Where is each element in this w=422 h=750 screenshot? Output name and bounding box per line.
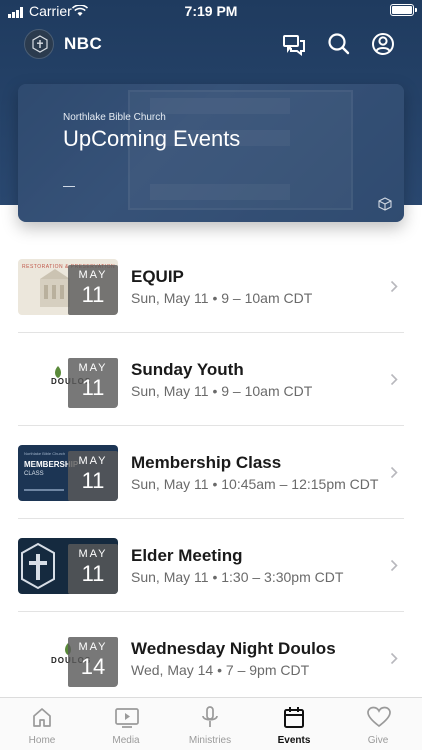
tab-home[interactable]: Home: [0, 698, 84, 750]
event-title: Sunday Youth: [131, 360, 244, 379]
date-badge: MAY 11: [68, 451, 118, 501]
tab-label: Give: [367, 735, 389, 746]
tab-media[interactable]: Media: [84, 698, 168, 750]
tab-label: Events: [277, 735, 311, 746]
event-title: Membership Class: [131, 453, 282, 472]
banner-overlay: [18, 84, 404, 222]
date-day: 14: [80, 654, 106, 679]
event-title: Elder Meeting: [131, 546, 243, 565]
event-row-membership-class[interactable]: Northlake Bible Church MEMBERSHIP CLASS …: [0, 426, 422, 519]
chevron-right-icon: [390, 280, 398, 298]
thumbnail-small-text: Northlake Bible Church: [24, 451, 65, 456]
event-row-elder-meeting[interactable]: MAY 11 Elder Meeting Sun, May 11 • 1:30 …: [0, 519, 422, 612]
event-row-equip[interactable]: RESTORATION & PRESERVATION MAY 11 EQUIP …: [0, 240, 422, 333]
app-brand: NBC: [64, 34, 103, 53]
event-time: Sun, May 11 • 1:30 – 3:30pm CDT: [131, 569, 344, 585]
microphone-icon: [202, 706, 218, 727]
messages-icon[interactable]: [280, 30, 308, 58]
date-month: MAY: [78, 641, 108, 653]
calendar-icon: [284, 707, 304, 728]
date-day: 11: [81, 375, 105, 400]
heart-icon: [367, 706, 391, 728]
tab-events[interactable]: Events: [252, 698, 336, 750]
battery-icon: [390, 4, 417, 16]
cube-icon: [378, 197, 392, 216]
date-badge: MAY 11: [68, 358, 118, 408]
thumbnail-sub-text: CLASS: [24, 471, 44, 477]
clock: 7:19 PM: [184, 3, 238, 19]
date-badge: MAY 14: [68, 637, 118, 687]
tab-give[interactable]: Give: [336, 698, 420, 750]
event-time: Sun, May 11 • 9 – 10am CDT: [131, 383, 313, 399]
church-logo-icon[interactable]: [24, 29, 54, 59]
banner-divider: [63, 186, 75, 187]
date-month: MAY: [78, 269, 108, 281]
event-time: Sun, May 11 • 9 – 10am CDT: [131, 290, 313, 306]
tab-label: Ministries: [188, 735, 232, 746]
upcoming-events-banner: Northlake Bible Church UpComing Events: [18, 84, 404, 222]
event-thumbnail: RESTORATION & PRESERVATION MAY 11: [18, 259, 118, 315]
event-title: EQUIP: [131, 267, 184, 286]
event-thumbnail: DOULOS MAY 11: [18, 352, 118, 408]
account-icon[interactable]: [369, 30, 397, 58]
bottom-tab-bar: Home Media Ministries Events Give: [0, 697, 422, 750]
tab-ministries[interactable]: Ministries: [168, 698, 252, 750]
date-day: 11: [81, 468, 105, 493]
banner-subtitle: Northlake Bible Church: [63, 112, 166, 123]
tab-label: Home: [28, 735, 56, 746]
date-month: MAY: [78, 548, 108, 560]
event-time: Wed, May 14 • 7 – 9pm CDT: [131, 662, 310, 678]
media-icon: [115, 708, 139, 728]
status-bar: Carrier 7:19 PM: [0, 0, 422, 22]
banner-title: UpComing Events: [63, 126, 241, 151]
tab-label: Media: [112, 735, 140, 746]
event-row-wednesday-night-doulos[interactable]: DOULOS MAY 14 Wednesday Night Doulos Wed…: [0, 612, 422, 705]
search-icon[interactable]: [325, 30, 353, 58]
event-time: Sun, May 11 • 10:45am – 12:15pm CDT: [131, 476, 379, 492]
date-month: MAY: [78, 362, 108, 374]
chevron-right-icon: [390, 466, 398, 484]
event-thumbnail: DOULOS MAY 14: [18, 631, 118, 687]
event-thumbnail: MAY 11: [18, 538, 118, 594]
event-thumbnail: Northlake Bible Church MEMBERSHIP CLASS …: [18, 445, 118, 501]
date-badge: MAY 11: [68, 265, 118, 315]
date-day: 11: [81, 282, 105, 307]
top-nav: NBC: [0, 24, 422, 64]
home-icon: [33, 708, 51, 727]
date-badge: MAY 11: [68, 544, 118, 594]
chevron-right-icon: [390, 559, 398, 577]
date-day: 11: [81, 561, 105, 586]
date-month: MAY: [78, 455, 108, 467]
chevron-right-icon: [390, 652, 398, 670]
event-row-sunday-youth[interactable]: DOULOS MAY 11 Sunday Youth Sun, May 11 •…: [0, 333, 422, 426]
event-list: RESTORATION & PRESERVATION MAY 11 EQUIP …: [0, 240, 422, 705]
chevron-right-icon: [390, 373, 398, 391]
event-title: Wednesday Night Doulos: [131, 639, 336, 658]
